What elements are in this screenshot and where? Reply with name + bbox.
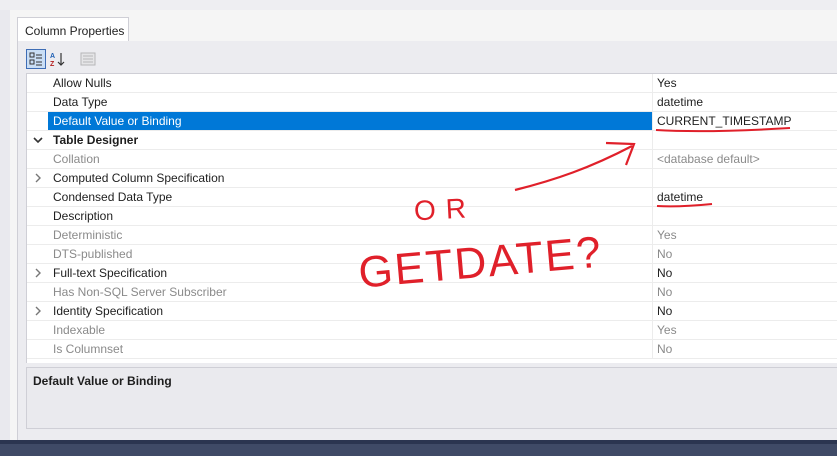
- property-row-data-type[interactable]: Data Type datetime: [27, 93, 837, 112]
- row-gutter: [27, 131, 47, 150]
- row-gutter: [27, 283, 47, 302]
- property-value[interactable]: Yes: [653, 226, 837, 244]
- categorized-button[interactable]: [26, 49, 46, 69]
- property-value[interactable]: [653, 169, 837, 187]
- alphabetical-button[interactable]: A Z: [48, 49, 68, 69]
- property-row-dts-published[interactable]: DTS-published No: [27, 245, 837, 264]
- categorized-icon: [29, 52, 42, 66]
- property-value[interactable]: No: [653, 245, 837, 263]
- row-gutter: [27, 188, 47, 207]
- row-gutter: [27, 150, 47, 169]
- property-grid: Allow Nulls Yes Data Type datetime Defau…: [26, 73, 837, 363]
- row-gutter: [27, 74, 47, 93]
- property-row-description[interactable]: Description: [27, 207, 837, 226]
- category-name: Table Designer: [53, 133, 139, 147]
- chevron-down-icon[interactable]: [32, 134, 44, 146]
- property-name: Allow Nulls: [53, 76, 112, 90]
- svg-text:Z: Z: [50, 61, 55, 67]
- properties-panel: A Z Allow Nulls Yes Data Type datetime D…: [17, 41, 837, 440]
- property-value[interactable]: datetime: [653, 188, 837, 206]
- property-value[interactable]: No: [653, 340, 837, 358]
- description-title: Default Value or Binding: [33, 374, 172, 388]
- property-name: Data Type: [53, 95, 108, 109]
- property-value[interactable]: Yes: [653, 74, 837, 92]
- property-row-full-text[interactable]: Full-text Specification No: [27, 264, 837, 283]
- property-name: Is Columnset: [53, 342, 124, 356]
- row-gutter: [27, 245, 47, 264]
- alphabetical-sort-icon: A Z: [50, 53, 65, 67]
- property-value[interactable]: <database default>: [653, 150, 837, 168]
- row-gutter: [27, 207, 47, 226]
- chevron-right-icon[interactable]: [32, 267, 44, 279]
- property-name: Computed Column Specification: [53, 171, 225, 185]
- property-row-collation[interactable]: Collation <database default>: [27, 150, 837, 169]
- property-name: Default Value or Binding: [48, 112, 652, 130]
- property-row-has-non-sql-subscriber[interactable]: Has Non-SQL Server Subscriber No: [27, 283, 837, 302]
- property-value[interactable]: datetime: [653, 93, 837, 111]
- property-name: Has Non-SQL Server Subscriber: [53, 285, 227, 299]
- row-gutter: [27, 169, 47, 188]
- property-row-default-value[interactable]: Default Value or Binding CURRENT_TIMESTA…: [27, 112, 837, 131]
- property-value: [653, 131, 837, 149]
- bottom-status-bar-edge: [0, 440, 837, 444]
- property-name: Description: [53, 209, 114, 223]
- row-gutter: [27, 226, 47, 245]
- property-row-is-columnset[interactable]: Is Columnset No: [27, 340, 837, 359]
- property-row-indexable[interactable]: Indexable Yes: [27, 321, 837, 340]
- bottom-status-bar: [0, 440, 837, 456]
- row-gutter: [27, 93, 47, 112]
- property-value[interactable]: Yes: [653, 321, 837, 339]
- property-name: DTS-published: [53, 247, 133, 261]
- property-name: Full-text Specification: [53, 266, 168, 280]
- property-value[interactable]: No: [653, 264, 837, 282]
- property-row-computed-column[interactable]: Computed Column Specification: [27, 169, 837, 188]
- row-gutter: [27, 264, 47, 283]
- category-table-designer[interactable]: Table Designer: [27, 131, 837, 150]
- property-value[interactable]: No: [653, 302, 837, 320]
- row-gutter: [27, 112, 47, 131]
- property-name: Indexable: [53, 323, 106, 337]
- property-row-allow-nulls[interactable]: Allow Nulls Yes: [27, 74, 837, 93]
- property-value[interactable]: No: [653, 283, 837, 301]
- properties-toolbar: A Z: [26, 49, 826, 71]
- property-name: Deterministic: [53, 228, 123, 242]
- property-value[interactable]: [653, 207, 837, 225]
- property-value[interactable]: CURRENT_TIMESTAMP: [653, 112, 837, 130]
- chevron-right-icon[interactable]: [32, 305, 44, 317]
- property-row-identity-specification[interactable]: Identity Specification No: [27, 302, 837, 321]
- row-gutter: [27, 321, 47, 340]
- properties-window: Column Properties A Z Allow Nulls Yes Da…: [0, 10, 837, 440]
- property-name: Identity Specification: [53, 304, 164, 318]
- property-name: Condensed Data Type: [53, 190, 173, 204]
- description-pane: Default Value or Binding: [26, 367, 837, 429]
- property-pages-icon: [80, 52, 96, 66]
- tab-column-properties[interactable]: Column Properties: [17, 17, 129, 41]
- row-gutter: [27, 340, 47, 359]
- svg-text:A: A: [50, 53, 55, 60]
- left-border: [0, 10, 10, 440]
- row-gutter: [27, 302, 47, 321]
- chevron-right-icon[interactable]: [32, 172, 44, 184]
- property-name: Collation: [53, 152, 100, 166]
- property-row-deterministic[interactable]: Deterministic Yes: [27, 226, 837, 245]
- property-pages-button[interactable]: [78, 49, 98, 69]
- property-row-condensed-data-type[interactable]: Condensed Data Type datetime: [27, 188, 837, 207]
